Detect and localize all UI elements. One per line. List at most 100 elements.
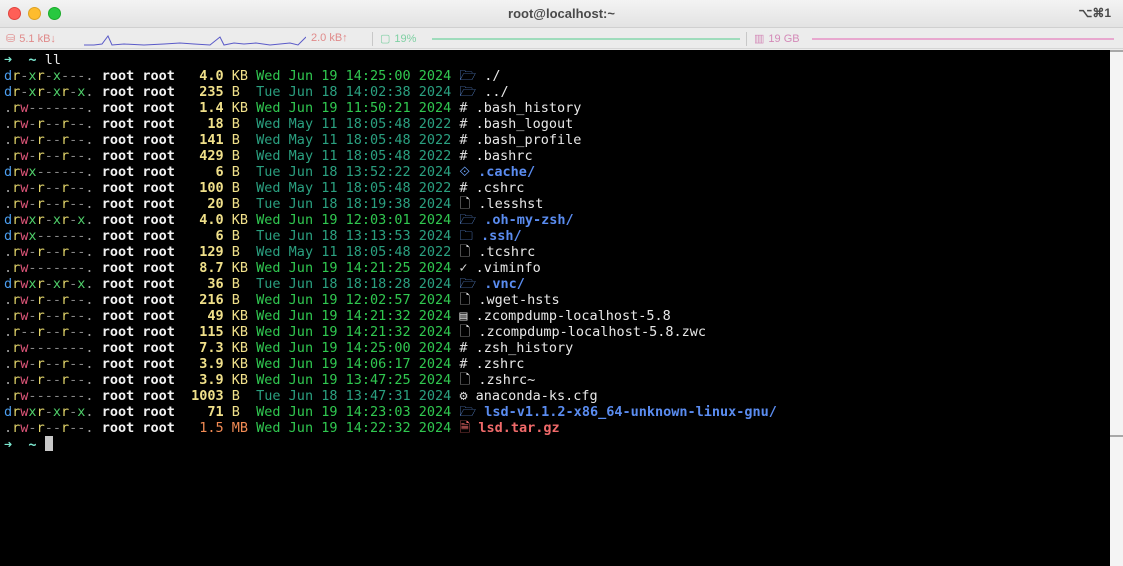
file-size: 3.9 bbox=[191, 372, 224, 388]
permission-char: - bbox=[44, 420, 53, 436]
permission-char: . bbox=[4, 292, 13, 308]
file-icon: 🗋 bbox=[459, 324, 471, 340]
prompt-line[interactable]: ➜ ~ bbox=[4, 436, 1110, 453]
permission-char: - bbox=[28, 180, 37, 196]
file-size: 1.4 bbox=[191, 100, 224, 116]
permission-char: d bbox=[4, 404, 13, 420]
permission-char: x bbox=[52, 404, 61, 420]
permissions: drwxr-xr-x. bbox=[4, 404, 94, 420]
file-size: 235 bbox=[191, 84, 224, 100]
size-unit: MB bbox=[231, 420, 249, 436]
permissions: .rw-------. bbox=[4, 100, 94, 116]
permission-char: . bbox=[85, 180, 94, 196]
permission-char: - bbox=[36, 260, 45, 276]
listing-row: .rw-r--r--. root root 18 B Wed May 11 18… bbox=[4, 116, 1110, 132]
permission-char: - bbox=[52, 308, 61, 324]
permission-char: . bbox=[4, 356, 13, 372]
title-bar[interactable]: root@localhost:~ ⌥⌘1 bbox=[0, 0, 1123, 28]
permission-char: d bbox=[4, 164, 13, 180]
file-name: .viminfo bbox=[475, 260, 541, 276]
file-name: .zcompdump-localhost-5.8.zwc bbox=[478, 324, 706, 340]
file-icon: # bbox=[459, 148, 468, 164]
permission-char: . bbox=[85, 148, 94, 164]
modified-date: Tue Jun 18 14:02:38 2024 bbox=[256, 84, 452, 100]
permission-char: . bbox=[85, 340, 94, 356]
permission-char: x bbox=[52, 68, 61, 84]
size-unit: KB bbox=[231, 324, 249, 340]
modified-date: Wed Jun 19 13:47:25 2024 bbox=[256, 372, 452, 388]
command-text: ll bbox=[44, 52, 61, 68]
size-unit: B bbox=[231, 84, 249, 100]
permission-char: r bbox=[36, 308, 45, 324]
file-size: 71 bbox=[191, 404, 224, 420]
terminal-output[interactable]: ➜ ~ ll dr-xr-x---. root root 4.0 KB Wed … bbox=[0, 50, 1110, 566]
file-name: .bashrc bbox=[475, 148, 533, 164]
file-name: anaconda-ks.cfg bbox=[475, 388, 598, 404]
permission-char: . bbox=[85, 212, 94, 228]
file-size: 18 bbox=[191, 116, 224, 132]
scrollbar-mark bbox=[1110, 50, 1123, 52]
permissions: drwxr-xr-x. bbox=[4, 212, 94, 228]
permission-char: - bbox=[44, 116, 53, 132]
size-unit: KB bbox=[231, 100, 249, 116]
permission-char: . bbox=[4, 116, 13, 132]
permissions: .rw-r--r--. bbox=[4, 196, 94, 212]
modified-date: Wed Jun 19 14:25:00 2024 bbox=[256, 340, 452, 356]
file-name: .zshrc~ bbox=[478, 372, 536, 388]
file-size: 141 bbox=[191, 132, 224, 148]
file-name: lsd-v1.1.2-x86_64-unknown-linux-gnu/ bbox=[484, 404, 777, 420]
listing-row: .rw-------. root root 8.7 KB Wed Jun 19 … bbox=[4, 260, 1110, 276]
listing-row: .rw-r--r--. root root 129 B Wed May 11 1… bbox=[4, 244, 1110, 260]
permission-char: r bbox=[36, 324, 45, 340]
file-size: 49 bbox=[191, 308, 224, 324]
permission-char: . bbox=[4, 148, 13, 164]
permission-char: r bbox=[60, 420, 70, 436]
permission-char: - bbox=[52, 292, 61, 308]
permission-char: - bbox=[52, 356, 61, 372]
status-divider bbox=[746, 32, 747, 46]
permission-char: r bbox=[60, 244, 70, 260]
permission-char: r bbox=[36, 372, 45, 388]
permissions: .rw-r--r--. bbox=[4, 372, 94, 388]
net-up-value: 2.0 kB↑ bbox=[311, 32, 348, 44]
owner-group: root root bbox=[101, 372, 175, 388]
modified-date: Wed May 11 18:05:48 2022 bbox=[256, 116, 452, 132]
file-name: ../ bbox=[484, 84, 509, 100]
owner-group: root root bbox=[101, 244, 175, 260]
file-name: .vnc/ bbox=[484, 276, 525, 292]
file-name: .zshrc bbox=[475, 356, 525, 372]
permission-char: x bbox=[28, 212, 37, 228]
scrollbar[interactable] bbox=[1110, 50, 1123, 566]
permission-char: d bbox=[4, 68, 13, 84]
permission-char: - bbox=[44, 228, 53, 244]
permissions: .rw-r--r--. bbox=[4, 148, 94, 164]
file-name: .oh-my-zsh/ bbox=[484, 212, 574, 228]
permission-char: r bbox=[36, 116, 45, 132]
permission-char: - bbox=[44, 260, 53, 276]
permission-char: r bbox=[60, 372, 70, 388]
permission-char: x bbox=[52, 212, 61, 228]
status-bar: ⛁ 5.1 kB↓ 2.0 kB↑ ▢ 19% ▥ 19 GB bbox=[0, 29, 1123, 49]
listing-row: .rw-r--r--. root root 429 B Wed May 11 1… bbox=[4, 148, 1110, 164]
permission-char: - bbox=[52, 420, 61, 436]
permission-char: - bbox=[28, 148, 37, 164]
file-size: 3.9 bbox=[191, 356, 224, 372]
file-icon: # bbox=[459, 116, 468, 132]
permission-char: - bbox=[36, 388, 45, 404]
file-icon: # bbox=[459, 100, 468, 116]
archive-icon: 🗎 bbox=[459, 420, 471, 436]
modified-date: Tue Jun 18 18:18:28 2024 bbox=[256, 276, 452, 292]
text-cursor[interactable] bbox=[44, 436, 53, 451]
file-name: .ssh/ bbox=[481, 228, 522, 244]
modified-date: Wed May 11 18:05:48 2022 bbox=[256, 148, 452, 164]
permission-char: . bbox=[85, 276, 94, 292]
net-down-value: 5.1 kB↓ bbox=[19, 33, 56, 45]
permissions: .rw-------. bbox=[4, 388, 94, 404]
permission-char: . bbox=[4, 372, 13, 388]
folder-icon: 🗁 bbox=[459, 276, 477, 292]
permission-char: . bbox=[85, 100, 94, 116]
size-unit: B bbox=[231, 404, 249, 420]
permission-char: - bbox=[44, 324, 53, 340]
permission-char: d bbox=[4, 84, 13, 100]
permission-char: - bbox=[28, 132, 37, 148]
